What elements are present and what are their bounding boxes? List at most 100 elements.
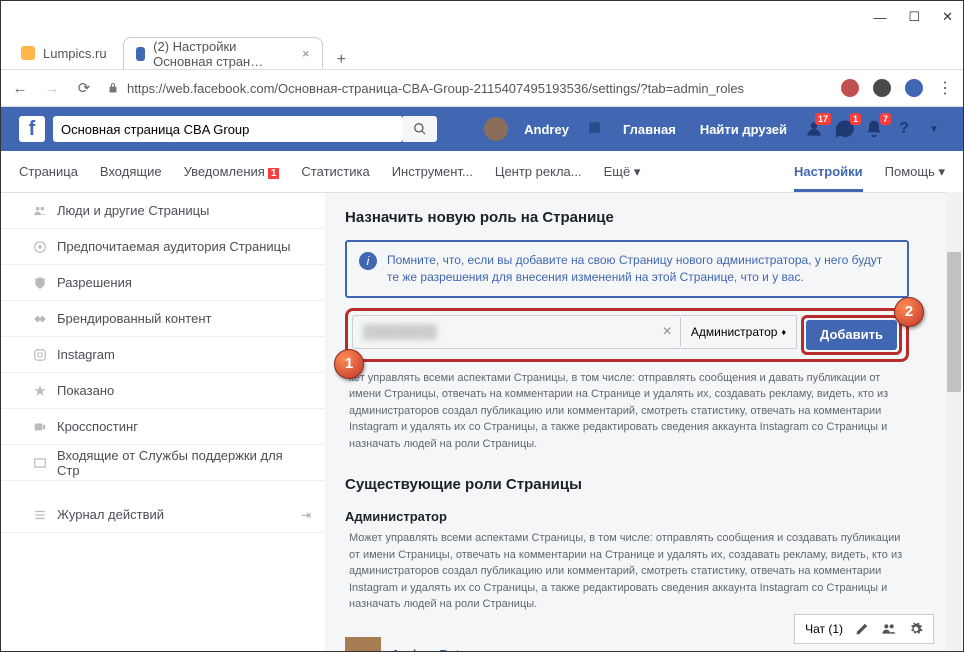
chat-bar[interactable]: Чат (1) <box>794 614 934 644</box>
sidebar-label: Журнал действий <box>57 507 164 522</box>
sidebar-item-permissions[interactable]: Разрешения <box>1 265 325 301</box>
sidebar-item-support[interactable]: Входящие от Службы поддержки для Стр <box>1 445 325 481</box>
inbox-icon <box>33 456 47 470</box>
new-tab-button[interactable]: + <box>327 51 356 69</box>
nav-settings[interactable]: Настройки <box>794 164 863 179</box>
sidebar-item-crossposting[interactable]: Кросспостинг <box>1 409 325 445</box>
favicon-icon <box>136 47 146 61</box>
nav-insights[interactable]: Статистика <box>301 164 369 179</box>
extension-icon[interactable] <box>873 79 891 97</box>
role-name: Администратор <box>345 509 909 524</box>
input-value: ████████ <box>363 324 437 339</box>
clear-icon[interactable]: × <box>663 323 672 341</box>
nav-tools[interactable]: Инструмент... <box>392 164 473 179</box>
search-input[interactable] <box>61 122 395 137</box>
nav-more[interactable]: Ещё ▾ <box>604 164 641 180</box>
back-button[interactable]: ← <box>11 79 29 97</box>
section-title: Назначить новую роль на Странице <box>345 209 909 226</box>
compose-icon[interactable] <box>855 622 869 636</box>
user-name-link[interactable]: Andrey <box>516 122 577 137</box>
search-button[interactable] <box>403 116 437 142</box>
address-bar: ← → ⟳ https://web.facebook.com/Основная-… <box>1 69 963 107</box>
name-input[interactable]: ████████ × <box>352 315 681 349</box>
forward-button[interactable]: → <box>43 79 61 97</box>
gear-icon[interactable] <box>909 622 923 636</box>
lock-icon <box>107 82 119 94</box>
sidebar-label: Кросспостинг <box>57 419 138 434</box>
settings-sidebar: Люди и другие Страницы Предпочитаемая ау… <box>1 193 325 651</box>
maximize-button[interactable]: ☐ <box>908 9 920 25</box>
menu-button[interactable]: ⋮ <box>937 78 953 98</box>
sort-icon: ♦ <box>781 327 786 337</box>
badge: 17 <box>815 113 831 125</box>
user-name-link[interactable]: Andrey Petrov <box>391 647 480 651</box>
role-description: кет управлять всеми аспектами Страницы, … <box>345 370 909 453</box>
page-nav: Страница Входящие Уведомления1 Статистик… <box>1 151 963 193</box>
user-avatar[interactable] <box>484 117 508 141</box>
role-description: Может управлять всеми аспектами Страницы… <box>345 530 909 613</box>
url-field[interactable]: https://web.facebook.com/Основная-страни… <box>107 81 827 96</box>
sidebar-item-activity[interactable]: Журнал действий⇥ <box>1 497 325 533</box>
add-button-highlight: Добавить <box>801 315 902 355</box>
nav-inbox[interactable]: Входящие <box>100 164 162 179</box>
extension-icon[interactable] <box>841 79 859 97</box>
instagram-icon <box>33 348 47 362</box>
people-icon <box>33 204 47 218</box>
facebook-logo[interactable]: f <box>19 116 45 142</box>
badge: 1 <box>268 168 280 179</box>
home-link[interactable]: Главная <box>615 122 684 137</box>
close-button[interactable]: ✕ <box>942 9 953 25</box>
group-icon[interactable] <box>881 621 897 637</box>
video-icon <box>33 420 47 434</box>
close-tab-icon[interactable]: × <box>302 46 310 61</box>
notifications-icon[interactable]: 7 <box>863 118 885 140</box>
main-content: Назначить новую роль на Странице i Помни… <box>325 193 963 651</box>
minimize-button[interactable]: — <box>873 10 886 25</box>
annotation-marker-2: 2 <box>894 297 924 327</box>
reload-button[interactable]: ⟳ <box>75 79 93 97</box>
content-body: Люди и другие Страницы Предпочитаемая ау… <box>1 193 963 651</box>
nav-help[interactable]: Помощь ▾ <box>885 164 945 180</box>
sidebar-item-audience[interactable]: Предпочитаемая аудитория Страницы <box>1 229 325 265</box>
tab-label: (2) Настройки Основная стран… <box>153 39 288 69</box>
add-button[interactable]: Добавить <box>806 320 897 350</box>
sidebar-item-featured[interactable]: Показано <box>1 373 325 409</box>
sidebar-item-people[interactable]: Люди и другие Страницы <box>1 193 325 229</box>
role-select[interactable]: Администратор ♦ <box>681 315 797 349</box>
role-label: Администратор <box>691 325 778 339</box>
annotation-marker-1: 1 <box>334 349 364 379</box>
search-box[interactable] <box>53 116 403 142</box>
help-icon[interactable]: ? <box>893 118 915 140</box>
badge: 7 <box>880 113 891 125</box>
facebook-header: f Andrey Главная Найти друзей 17 1 7 ? ▼ <box>1 107 963 151</box>
info-callout: i Помните, что, если вы добавите на свою… <box>345 240 909 298</box>
nav-notifications[interactable]: Уведомления1 <box>184 164 280 179</box>
sidebar-label: Брендированный контент <box>57 311 211 326</box>
pages-icon[interactable] <box>585 118 607 140</box>
target-icon <box>33 240 47 254</box>
messages-icon[interactable]: 1 <box>833 118 855 140</box>
info-icon: i <box>359 252 377 270</box>
find-friends-link[interactable]: Найти друзей <box>692 122 795 137</box>
search-icon <box>413 122 427 136</box>
sidebar-item-branded[interactable]: Брендированный контент <box>1 301 325 337</box>
scrollbar[interactable] <box>946 192 962 650</box>
shield-icon <box>33 276 47 290</box>
existing-roles-title: Существующие роли Страницы <box>345 476 909 493</box>
dropdown-icon[interactable]: ▼ <box>923 118 945 140</box>
friend-requests-icon[interactable]: 17 <box>803 118 825 140</box>
favicon-icon <box>21 46 35 60</box>
sidebar-item-instagram[interactable]: Instagram <box>1 337 325 373</box>
sidebar-label: Люди и другие Страницы <box>57 203 209 218</box>
scroll-thumb[interactable] <box>947 252 961 392</box>
sidebar-label: Instagram <box>57 347 115 362</box>
tab-facebook[interactable]: (2) Настройки Основная стран… × <box>123 37 323 69</box>
list-icon <box>33 508 47 522</box>
window-titlebar: — ☐ ✕ <box>1 1 963 33</box>
user-avatar[interactable] <box>345 637 381 651</box>
badge: 1 <box>850 113 861 125</box>
tab-lumpics[interactable]: Lumpics.ru <box>9 37 119 69</box>
nav-adcenter[interactable]: Центр рекла... <box>495 164 582 179</box>
nav-page[interactable]: Страница <box>19 164 78 179</box>
extension-icon[interactable] <box>905 79 923 97</box>
